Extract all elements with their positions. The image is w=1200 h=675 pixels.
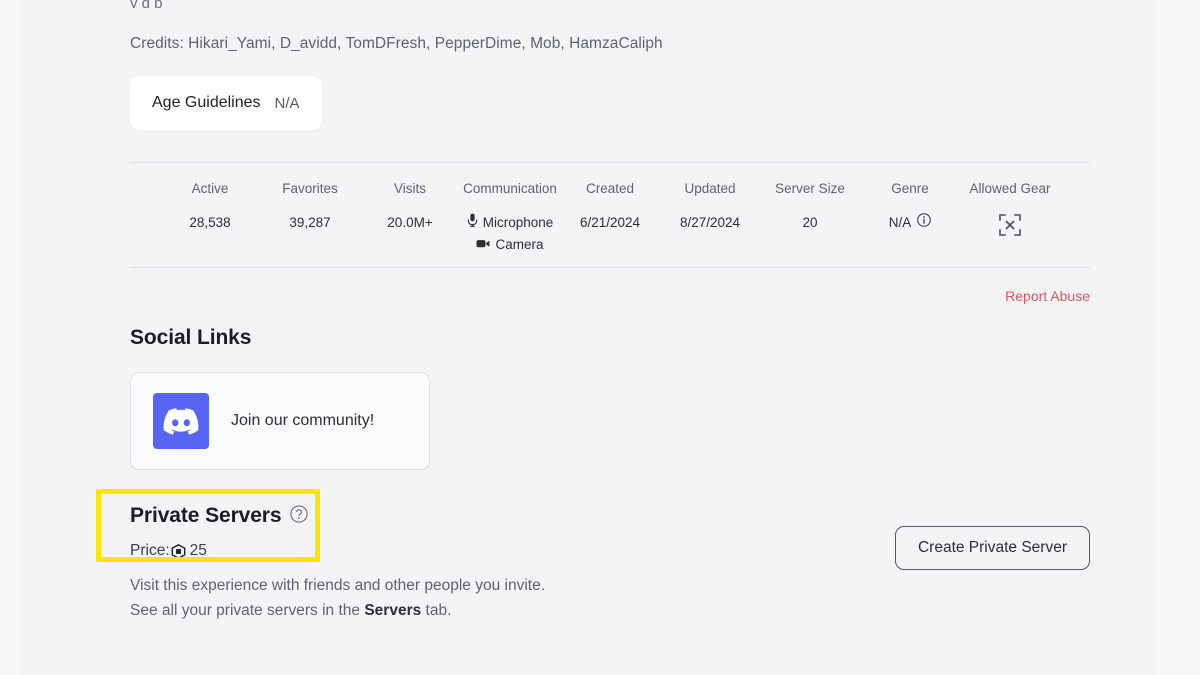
private-servers-title-row: Private Servers <box>130 504 545 528</box>
private-servers-price-label: Price: <box>130 542 170 560</box>
stat-head: Server Size <box>760 179 860 199</box>
stat-head: Created <box>560 179 660 199</box>
clipped-description-line: y g p <box>130 0 1090 8</box>
experience-details-page: y g p Credits: Hikari_Yami, D_avidd, Tom… <box>0 0 1200 675</box>
stat-favorites: Favorites 39,287 <box>260 179 360 255</box>
stat-allowed-gear: Allowed Gear <box>960 179 1060 255</box>
stat-head: Active <box>160 179 260 199</box>
private-servers-price-row: Price: 25 <box>130 542 545 560</box>
stat-value: 8/27/2024 <box>660 213 760 233</box>
camera-icon <box>476 235 490 255</box>
stat-value: 20.0M+ <box>360 213 460 233</box>
desc-line2-before: See all your private servers in the <box>130 602 364 619</box>
question-circle-icon[interactable] <box>290 505 308 528</box>
stat-head: Communication <box>460 179 560 199</box>
communication-microphone-label: Microphone <box>483 213 554 233</box>
stat-genre: Genre N/A <box>860 179 960 255</box>
private-servers-price-amount: 25 <box>190 542 207 560</box>
report-abuse-link[interactable]: Report Abuse <box>1005 288 1090 304</box>
stat-value: 6/21/2024 <box>560 213 660 233</box>
social-links-title: Social Links <box>130 326 1090 350</box>
age-guidelines-value: N/A <box>275 95 300 112</box>
main-content: y g p Credits: Hikari_Yami, D_avidd, Tom… <box>130 0 1090 623</box>
servers-tab-link[interactable]: Servers <box>364 602 421 619</box>
stat-value: 39,287 <box>260 213 360 233</box>
stat-head: Visits <box>360 179 460 199</box>
stat-updated: Updated 8/27/2024 <box>660 179 760 255</box>
create-private-server-button[interactable]: Create Private Server <box>895 526 1090 570</box>
private-servers-description-line2: See all your private servers in the Serv… <box>130 598 545 623</box>
no-gear-icon <box>960 213 1060 237</box>
stat-value: N/A <box>860 213 960 233</box>
report-abuse-row: Report Abuse <box>130 268 1090 304</box>
social-link-label: Join our community! <box>231 412 374 430</box>
stat-value: Microphone Camera <box>460 213 560 255</box>
communication-camera-label: Camera <box>495 235 543 255</box>
left-gutter <box>0 0 22 675</box>
private-servers-section: Private Servers Price: <box>130 504 1090 623</box>
stat-server-size: Server Size 20 <box>760 179 860 255</box>
stat-head: Updated <box>660 179 760 199</box>
communication-microphone-row: Microphone <box>460 213 560 233</box>
age-guidelines-card[interactable]: Age Guidelines N/A <box>130 76 322 130</box>
private-servers-title: Private Servers <box>130 504 281 528</box>
social-link-card-discord[interactable]: Join our community! <box>130 372 430 470</box>
genre-value-wrap: N/A <box>889 213 932 233</box>
communication-camera-row: Camera <box>460 235 560 255</box>
stat-head: Allowed Gear <box>960 179 1060 199</box>
stat-created: Created 6/21/2024 <box>560 179 660 255</box>
stat-active: Active 28,538 <box>160 179 260 255</box>
stat-value: 20 <box>760 213 860 233</box>
stat-value <box>960 213 1060 237</box>
stat-head: Favorites <box>260 179 360 199</box>
stat-value: 28,538 <box>160 213 260 233</box>
private-servers-description-line1: Visit this experience with friends and o… <box>130 573 545 598</box>
stat-communication: Communication Microphone <box>460 179 560 255</box>
microphone-icon <box>467 213 478 233</box>
genre-value-label: N/A <box>889 213 912 233</box>
stats-strip: Active 28,538 Favorites 39,287 Visits 20… <box>130 163 1090 267</box>
discord-icon <box>153 393 209 449</box>
right-gutter <box>1154 0 1200 675</box>
desc-line2-after: tab. <box>421 602 451 619</box>
private-servers-info: Private Servers Price: <box>130 504 545 623</box>
private-servers-description: Visit this experience with friends and o… <box>130 573 545 623</box>
info-icon[interactable] <box>917 213 931 233</box>
credits-text: Credits: Hikari_Yami, D_avidd, TomDFresh… <box>130 14 1090 54</box>
robux-icon <box>171 544 186 559</box>
age-guidelines-label: Age Guidelines <box>152 94 261 112</box>
stat-head: Genre <box>860 179 960 199</box>
stat-visits: Visits 20.0M+ <box>360 179 460 255</box>
